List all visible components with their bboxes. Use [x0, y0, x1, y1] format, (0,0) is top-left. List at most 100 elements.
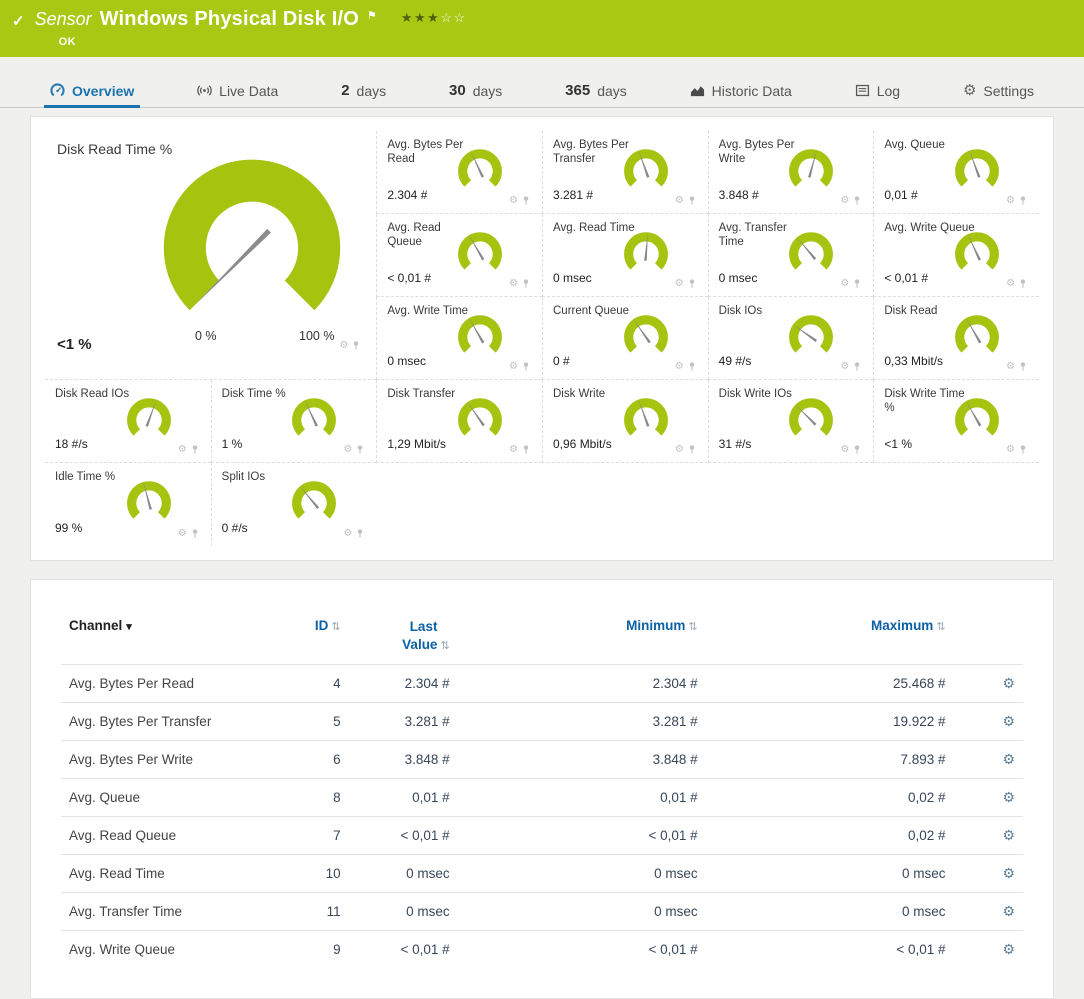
pin-icon[interactable]	[1019, 196, 1027, 206]
main-gauge-disk-read-time[interactable]: Disk Read Time % <1 % 0 % 100 % ⚙	[45, 131, 376, 380]
gear-icon[interactable]: ⚙	[509, 445, 518, 455]
star-filled-icon[interactable]: ★	[414, 10, 427, 25]
channel-settings-gear-icon[interactable]: ⚙	[1002, 941, 1015, 957]
gear-icon[interactable]: ⚙	[343, 529, 352, 539]
pin-icon[interactable]	[191, 445, 199, 455]
gauge-disk-ios[interactable]: Disk IOs49 #/s⚙	[708, 297, 874, 380]
tab-2-days[interactable]: 2days	[337, 74, 390, 107]
pin-icon[interactable]	[688, 445, 696, 455]
gauge-avg-bytes-per-read[interactable]: Avg. Bytes Per Read2.304 #⚙	[376, 131, 542, 214]
channel-name[interactable]: Avg. Queue	[61, 779, 269, 817]
gear-icon[interactable]: ⚙	[178, 529, 187, 539]
pin-icon[interactable]	[522, 362, 530, 372]
gear-icon[interactable]: ⚙	[675, 362, 684, 372]
gear-icon[interactable]: ⚙	[675, 196, 684, 206]
channel-settings-gear-icon[interactable]: ⚙	[1002, 903, 1015, 919]
pin-icon[interactable]	[688, 279, 696, 289]
tab-30-days[interactable]: 30days	[445, 74, 506, 107]
tab-historic-data[interactable]: Historic Data	[686, 74, 796, 107]
gear-icon[interactable]: ⚙	[1006, 279, 1015, 289]
gear-icon[interactable]: ⚙	[1006, 362, 1015, 372]
gear-icon[interactable]: ⚙	[840, 279, 849, 289]
gauge-avg-read-queue[interactable]: Avg. Read Queue< 0,01 #⚙	[376, 214, 542, 297]
channel-name[interactable]: Avg. Bytes Per Read	[61, 665, 269, 703]
gear-icon[interactable]: ⚙	[509, 362, 518, 372]
gauge-actions: ⚙	[509, 196, 530, 206]
gauge-disk-write-ios[interactable]: Disk Write IOs31 #/s⚙	[708, 380, 874, 463]
channel-name[interactable]: Avg. Transfer Time	[61, 893, 269, 931]
channel-name[interactable]: Avg. Bytes Per Write	[61, 741, 269, 779]
gauge-disk-transfer[interactable]: Disk Transfer1,29 Mbit/s⚙	[376, 380, 542, 463]
star-filled-icon[interactable]: ★	[427, 10, 440, 25]
column-header-last-value[interactable]: Last Value⇅	[349, 614, 458, 665]
column-header-channel[interactable]: Channel▾	[61, 614, 269, 665]
gauge-disk-read[interactable]: Disk Read0,33 Mbit/s⚙	[873, 297, 1039, 380]
pin-icon[interactable]	[522, 279, 530, 289]
gauge-avg-bytes-per-transfer[interactable]: Avg. Bytes Per Transfer3.281 #⚙	[542, 131, 708, 214]
gear-icon[interactable]: ⚙	[509, 279, 518, 289]
gauge-avg-write-time[interactable]: Avg. Write Time0 msec⚙	[376, 297, 542, 380]
gear-icon[interactable]: ⚙	[840, 362, 849, 372]
tab-overview[interactable]: Overview	[46, 74, 138, 107]
channel-name[interactable]: Avg. Read Queue	[61, 817, 269, 855]
tab-live-data[interactable]: Live Data	[193, 74, 282, 107]
gauge-idle-time[interactable]: Idle Time %99 %⚙	[45, 463, 211, 546]
pin-icon[interactable]	[522, 196, 530, 206]
gauge-disk-write-time[interactable]: Disk Write Time %<1 %⚙	[873, 380, 1039, 463]
pin-icon[interactable]	[191, 529, 199, 539]
gauge-split-ios[interactable]: Split IOs0 #/s⚙	[211, 463, 377, 546]
gear-icon[interactable]: ⚙	[675, 445, 684, 455]
gear-icon[interactable]: ⚙	[178, 445, 187, 455]
gauge-avg-write-queue[interactable]: Avg. Write Queue< 0,01 #⚙	[873, 214, 1039, 297]
gear-icon[interactable]: ⚙	[840, 445, 849, 455]
pin-icon[interactable]	[853, 362, 861, 372]
gauge-disk-read-ios[interactable]: Disk Read IOs18 #/s⚙	[45, 380, 211, 463]
pin-icon[interactable]	[352, 341, 360, 351]
tab-settings[interactable]: ⚙Settings	[959, 74, 1038, 107]
gear-icon[interactable]: ⚙	[343, 445, 352, 455]
column-header-minimum[interactable]: Minimum⇅	[458, 614, 706, 665]
star-empty-icon[interactable]: ☆	[440, 10, 453, 25]
gear-icon[interactable]: ⚙	[675, 279, 684, 289]
pin-icon[interactable]	[688, 362, 696, 372]
tab-log[interactable]: Log	[851, 74, 904, 107]
gear-icon[interactable]: ⚙	[509, 196, 518, 206]
pin-icon[interactable]	[356, 445, 364, 455]
channel-settings-gear-icon[interactable]: ⚙	[1002, 789, 1015, 805]
channel-name[interactable]: Avg. Bytes Per Transfer	[61, 703, 269, 741]
channel-name[interactable]: Avg. Read Time	[61, 855, 269, 893]
gear-icon[interactable]: ⚙	[339, 341, 348, 351]
gauge-avg-bytes-per-write[interactable]: Avg. Bytes Per Write3.848 #⚙	[708, 131, 874, 214]
channel-name[interactable]: Avg. Write Queue	[61, 931, 269, 969]
pin-icon[interactable]	[853, 445, 861, 455]
pin-icon[interactable]	[688, 196, 696, 206]
column-header-maximum[interactable]: Maximum⇅	[706, 614, 954, 665]
channel-settings-gear-icon[interactable]: ⚙	[1002, 865, 1015, 881]
pin-icon[interactable]	[522, 445, 530, 455]
priority-stars[interactable]: ★★★☆☆	[401, 10, 467, 26]
gear-icon[interactable]: ⚙	[840, 196, 849, 206]
pin-icon[interactable]	[853, 279, 861, 289]
gauge-disk-write[interactable]: Disk Write0,96 Mbit/s⚙	[542, 380, 708, 463]
tab-365-days[interactable]: 365days	[561, 74, 631, 107]
channel-settings-gear-icon[interactable]: ⚙	[1002, 713, 1015, 729]
gauge-avg-queue[interactable]: Avg. Queue0,01 #⚙	[873, 131, 1039, 214]
star-empty-icon[interactable]: ☆	[453, 10, 466, 25]
flag-icon[interactable]: ⚑	[367, 9, 377, 22]
gear-icon[interactable]: ⚙	[1006, 196, 1015, 206]
channel-settings-gear-icon[interactable]: ⚙	[1002, 751, 1015, 767]
pin-icon[interactable]	[356, 529, 364, 539]
pin-icon[interactable]	[1019, 279, 1027, 289]
channel-settings-gear-icon[interactable]: ⚙	[1002, 675, 1015, 691]
gauge-avg-read-time[interactable]: Avg. Read Time0 msec⚙	[542, 214, 708, 297]
gauge-current-queue[interactable]: Current Queue0 #⚙	[542, 297, 708, 380]
column-header-id[interactable]: ID⇅	[269, 614, 348, 665]
pin-icon[interactable]	[1019, 445, 1027, 455]
pin-icon[interactable]	[1019, 362, 1027, 372]
gear-icon[interactable]: ⚙	[1006, 445, 1015, 455]
gauge-disk-time[interactable]: Disk Time %1 %⚙	[211, 380, 377, 463]
pin-icon[interactable]	[853, 196, 861, 206]
gauge-avg-transfer-time[interactable]: Avg. Transfer Time0 msec⚙	[708, 214, 874, 297]
channel-settings-gear-icon[interactable]: ⚙	[1002, 827, 1015, 843]
star-filled-icon[interactable]: ★	[401, 10, 414, 25]
